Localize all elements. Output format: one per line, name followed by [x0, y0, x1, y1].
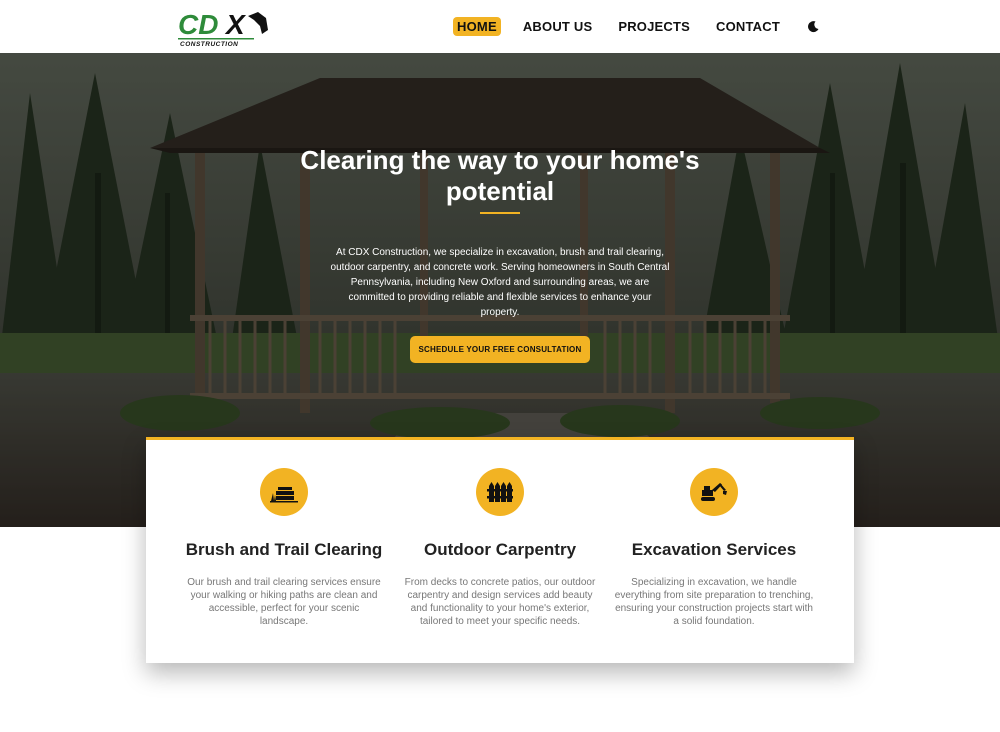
hero-description: At CDX Construction, we specialize in ex…: [330, 247, 670, 318]
cdx-logo[interactable]: CD X CONSTRUCTION: [176, 8, 272, 48]
service-outdoor-carpentry: Outdoor Carpentry From decks to concrete…: [400, 468, 600, 628]
site-header: CD X CONSTRUCTION HOME ABOUT US PROJECTS…: [0, 0, 1000, 53]
service-description: Specializing in excavation, we handle ev…: [614, 577, 814, 627]
brush-clearing-icon: [260, 468, 308, 516]
fence-icon: [476, 468, 524, 516]
service-description: Our brush and trail clearing services en…: [187, 577, 381, 627]
nav-contact[interactable]: CONTACT: [712, 17, 784, 36]
hero-divider: [480, 212, 520, 214]
svg-text:CONSTRUCTION: CONSTRUCTION: [180, 41, 238, 48]
schedule-consultation-button[interactable]: SCHEDULE YOUR FREE CONSULTATION: [410, 336, 590, 363]
moon-icon[interactable]: [806, 20, 820, 34]
nav-home[interactable]: HOME: [453, 17, 501, 36]
hero-title: Clearing the way to your home's potentia…: [300, 145, 700, 206]
service-title: Excavation Services: [631, 540, 797, 559]
svg-text:X: X: [224, 9, 247, 40]
service-excavation: Excavation Services Specializing in exca…: [614, 468, 814, 628]
logo-wordmark: CD: [178, 9, 218, 40]
service-description: From decks to concrete patios, our outdo…: [404, 577, 596, 627]
service-brush-clearing: Brush and Trail Clearing Our brush and t…: [184, 468, 384, 628]
service-title: Outdoor Carpentry: [423, 540, 577, 559]
service-title: Brush and Trail Clearing: [185, 540, 383, 559]
main-nav: HOME ABOUT US PROJECTS CONTACT: [453, 17, 820, 36]
services-card: Brush and Trail Clearing Our brush and t…: [146, 437, 854, 663]
excavator-icon: [690, 468, 738, 516]
nav-projects[interactable]: PROJECTS: [614, 17, 694, 36]
nav-about-us[interactable]: ABOUT US: [519, 17, 597, 36]
